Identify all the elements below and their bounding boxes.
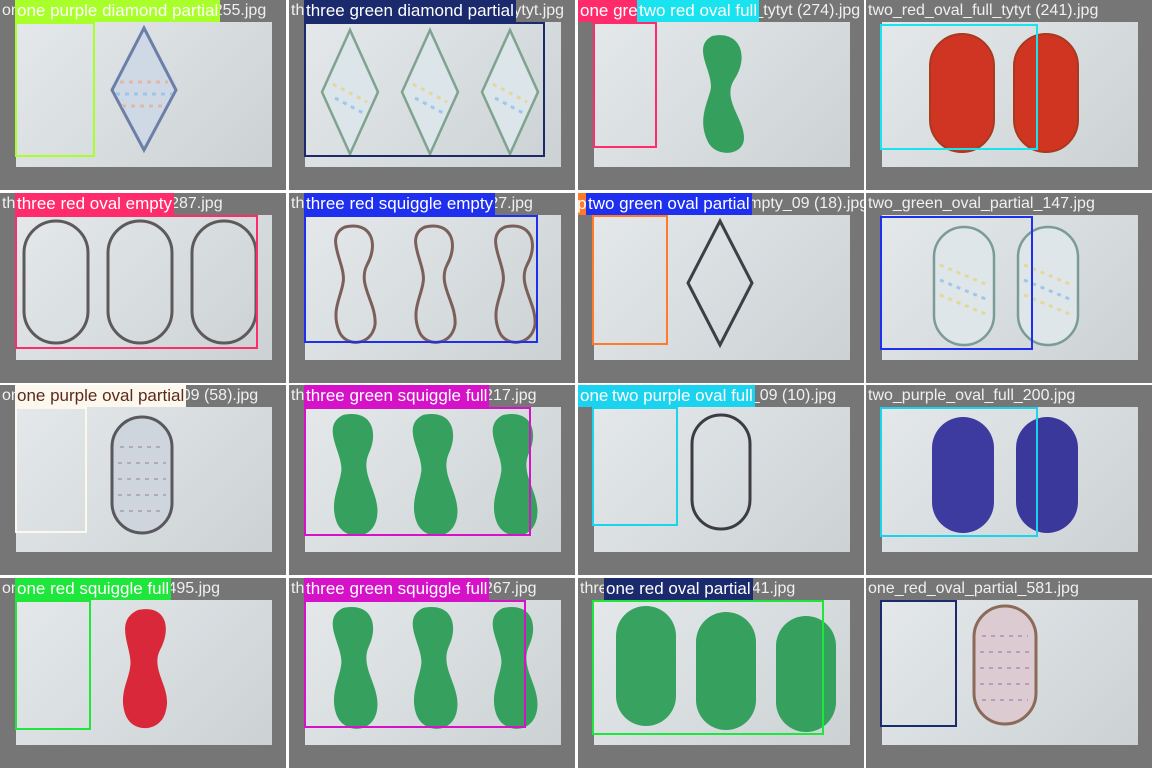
detection-label: three green squiggle full (304, 578, 490, 600)
detection-label: three green diamond partial (304, 0, 516, 22)
detection-box[interactable] (880, 407, 1038, 537)
detection-label: one gre (578, 0, 640, 22)
tile-12[interactable]: two_purple_oval_full_200.jpg (866, 385, 1152, 575)
detection-label: one (578, 385, 611, 407)
tile-8[interactable]: two_green_oval_partial_147.jpg (866, 193, 1152, 383)
tile-10[interactable]: three_green_squiggle_full_217.jpg three … (289, 385, 575, 575)
detection-box[interactable] (592, 600, 824, 735)
detection-box[interactable] (304, 600, 526, 728)
tile-3[interactable]: one_green_squiggle_full_tytyt (274).jpg … (578, 0, 864, 190)
detection-box[interactable] (15, 22, 95, 157)
detection-box[interactable] (15, 215, 258, 349)
detection-box[interactable] (304, 407, 531, 536)
image-filename: one_red_oval_partial_581.jpg (868, 580, 1079, 597)
detection-box[interactable] (880, 24, 1038, 150)
detection-box[interactable] (880, 600, 957, 727)
tile-6[interactable]: three_red_squiggle_empty_27.jpg three re… (289, 193, 575, 383)
detection-box[interactable] (592, 407, 678, 526)
tile-14[interactable]: three_green_squiggle_full_267.jpg three … (289, 578, 575, 768)
tile-7[interactable]: one_purple_diamond_empty_09 (18).jpg one… (578, 193, 864, 383)
detection-label: three red squiggle empty (304, 193, 496, 215)
detection-box[interactable] (15, 600, 91, 730)
tile-4[interactable]: two_red_oval_full_tytyt (241).jpg (866, 0, 1152, 190)
tile-13[interactable]: one_red_squiggle_full_495.jpg one red sq… (0, 578, 286, 768)
image-filename: two_green_oval_partial_147.jpg (868, 195, 1095, 212)
tile-11[interactable]: one_purple_oval_empty_09 (10).jpg one tw… (578, 385, 864, 575)
detection-label: one purple diamond partial (15, 0, 221, 22)
detection-label: one red oval partial (604, 578, 753, 600)
detection-label: one red squiggle full (15, 578, 172, 600)
detection-label: two red oval full (637, 0, 760, 22)
tile-9[interactable]: one_purple_oval_partial_09 (58).jpg one … (0, 385, 286, 575)
tile-15[interactable]: three_green_oval_full_241.jpg one red ov… (578, 578, 864, 768)
detection-label: one purple oval partial (15, 385, 187, 407)
image-filename: two_purple_oval_full_200.jpg (868, 387, 1076, 404)
tile-16[interactable]: one_red_oval_partial_581.jpg (866, 578, 1152, 768)
detection-box[interactable] (304, 215, 538, 343)
tile-2[interactable]: three_green_diamond_partial_tytyt.jpg th… (289, 0, 575, 190)
detection-box[interactable] (637, 22, 638, 23)
image-filename: two_red_oval_full_tytyt (241).jpg (868, 2, 1099, 19)
detection-box[interactable] (593, 22, 657, 148)
detection-label: three red oval empty (15, 193, 174, 215)
detection-box[interactable] (15, 407, 87, 533)
detection-label: three green squiggle full (304, 385, 490, 407)
tile-5[interactable]: three_red_oval_empty_287.jpg three red o… (0, 193, 286, 383)
detection-box[interactable] (304, 22, 545, 157)
detection-box[interactable] (880, 216, 1033, 350)
detection-label: two green oval partial (586, 193, 752, 215)
detection-box[interactable] (592, 215, 668, 345)
tile-1[interactable]: one_purple_diamond_partial_255.jpg one p… (0, 0, 286, 190)
detection-label: two purple oval full (610, 385, 755, 407)
